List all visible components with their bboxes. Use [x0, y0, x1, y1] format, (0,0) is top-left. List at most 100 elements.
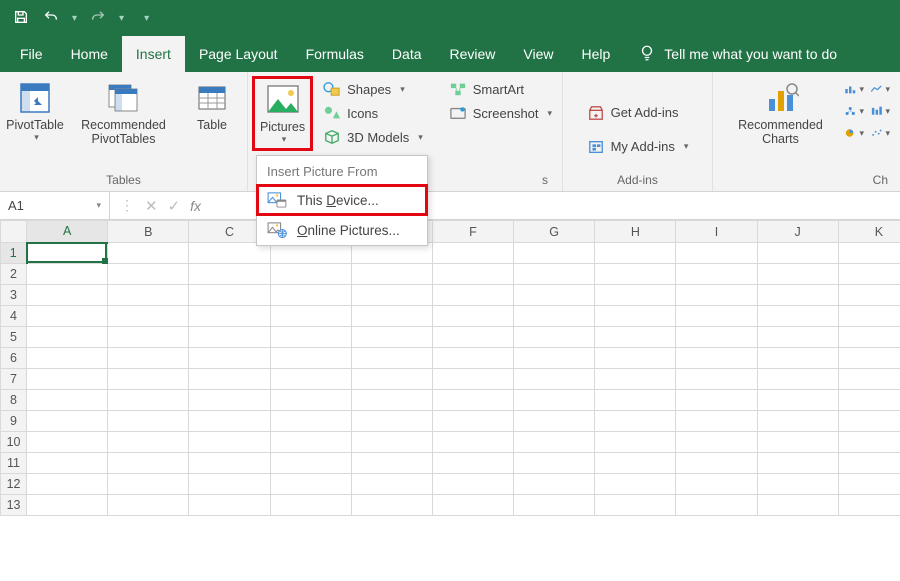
cell[interactable]	[270, 327, 351, 348]
grid-row[interactable]: 4	[1, 306, 900, 327]
cell[interactable]	[27, 432, 108, 453]
cell[interactable]	[676, 411, 757, 432]
cell[interactable]	[27, 411, 108, 432]
my-addins-button[interactable]: My Add-ins▾	[583, 136, 693, 158]
cell[interactable]	[676, 495, 757, 516]
smartart-button[interactable]: SmartArt	[445, 78, 556, 100]
cell[interactable]	[351, 327, 432, 348]
cell[interactable]	[270, 264, 351, 285]
grid-row[interactable]: 6	[1, 348, 900, 369]
icons-button[interactable]: Icons	[319, 102, 427, 124]
cell[interactable]	[757, 243, 838, 264]
col-header[interactable]: G	[514, 221, 595, 243]
grid-row[interactable]: 1	[1, 243, 900, 264]
scatter-chart-button[interactable]: ▾	[870, 124, 890, 142]
grid-row[interactable]: 5	[1, 327, 900, 348]
grid-row[interactable]: 8	[1, 390, 900, 411]
pictures-button[interactable]: Pictures ▾	[254, 78, 311, 149]
row-header[interactable]: 3	[1, 285, 27, 306]
cell[interactable]	[676, 327, 757, 348]
cell[interactable]	[270, 495, 351, 516]
cell[interactable]	[27, 285, 108, 306]
cell[interactable]	[189, 285, 270, 306]
cell[interactable]	[676, 390, 757, 411]
cell[interactable]	[270, 285, 351, 306]
cell[interactable]	[595, 348, 676, 369]
tab-file[interactable]: File	[6, 36, 57, 72]
cell[interactable]	[27, 348, 108, 369]
cell[interactable]	[838, 495, 900, 516]
grid-row[interactable]: 3	[1, 285, 900, 306]
tab-formulas[interactable]: Formulas	[292, 36, 378, 72]
cell[interactable]	[189, 348, 270, 369]
cell[interactable]	[514, 411, 595, 432]
name-box[interactable]: A1 ▾	[0, 192, 110, 219]
grid-row[interactable]: 10	[1, 432, 900, 453]
insert-online-pictures[interactable]: Online Pictures...	[257, 215, 427, 245]
drag-handle-icon[interactable]: ⋮	[120, 197, 135, 214]
column-chart-button[interactable]: ▾	[844, 80, 864, 98]
cell[interactable]	[595, 369, 676, 390]
cell[interactable]	[757, 327, 838, 348]
tab-insert[interactable]: Insert	[122, 36, 185, 72]
col-header[interactable]: A	[27, 221, 108, 243]
cell[interactable]	[757, 474, 838, 495]
cell[interactable]	[838, 369, 900, 390]
cell[interactable]	[351, 348, 432, 369]
cell[interactable]	[838, 327, 900, 348]
cell[interactable]	[270, 390, 351, 411]
cell[interactable]	[189, 495, 270, 516]
cell[interactable]	[108, 306, 189, 327]
statistic-chart-button[interactable]: ▾	[870, 102, 890, 120]
row-header[interactable]: 7	[1, 369, 27, 390]
cell[interactable]	[838, 432, 900, 453]
cell[interactable]	[757, 306, 838, 327]
cell[interactable]	[351, 411, 432, 432]
shapes-button[interactable]: Shapes▾	[319, 78, 427, 100]
cell[interactable]	[514, 306, 595, 327]
cell[interactable]	[351, 495, 432, 516]
cell[interactable]	[270, 453, 351, 474]
redo-button[interactable]	[87, 7, 109, 29]
cell[interactable]	[595, 432, 676, 453]
tab-review[interactable]: Review	[436, 36, 510, 72]
recommended-charts-button[interactable]: Recommended Charts	[721, 78, 840, 149]
cell[interactable]	[676, 243, 757, 264]
cell[interactable]	[595, 306, 676, 327]
cell[interactable]	[432, 369, 513, 390]
cell[interactable]	[514, 285, 595, 306]
fx-icon[interactable]: fx	[190, 198, 201, 214]
cell[interactable]	[27, 369, 108, 390]
cell[interactable]	[757, 369, 838, 390]
col-header[interactable]: F	[432, 221, 513, 243]
cell[interactable]	[595, 243, 676, 264]
pivottable-button[interactable]: PivotTable ▾	[8, 78, 62, 145]
cell[interactable]	[432, 390, 513, 411]
cell[interactable]	[189, 411, 270, 432]
cell[interactable]	[838, 390, 900, 411]
cell[interactable]	[432, 243, 513, 264]
cell[interactable]	[189, 390, 270, 411]
cell[interactable]	[432, 264, 513, 285]
cell[interactable]	[757, 432, 838, 453]
cell[interactable]	[676, 264, 757, 285]
cell[interactable]	[432, 348, 513, 369]
cell[interactable]	[757, 264, 838, 285]
tab-view[interactable]: View	[509, 36, 567, 72]
cell[interactable]	[270, 432, 351, 453]
cell[interactable]	[432, 306, 513, 327]
cancel-icon[interactable]: ✕	[145, 197, 158, 215]
cell[interactable]	[432, 285, 513, 306]
grid-row[interactable]: 13	[1, 495, 900, 516]
grid-row[interactable]: 9	[1, 411, 900, 432]
cell[interactable]	[27, 474, 108, 495]
tab-data[interactable]: Data	[378, 36, 436, 72]
table-button[interactable]: Table	[185, 78, 239, 134]
cell[interactable]	[351, 474, 432, 495]
3d-models-button[interactable]: 3D Models▾	[319, 126, 427, 148]
tell-me-search[interactable]: Tell me what you want to do	[624, 36, 851, 72]
cell[interactable]	[514, 327, 595, 348]
cell[interactable]	[27, 327, 108, 348]
cell[interactable]	[838, 306, 900, 327]
cell[interactable]	[757, 285, 838, 306]
